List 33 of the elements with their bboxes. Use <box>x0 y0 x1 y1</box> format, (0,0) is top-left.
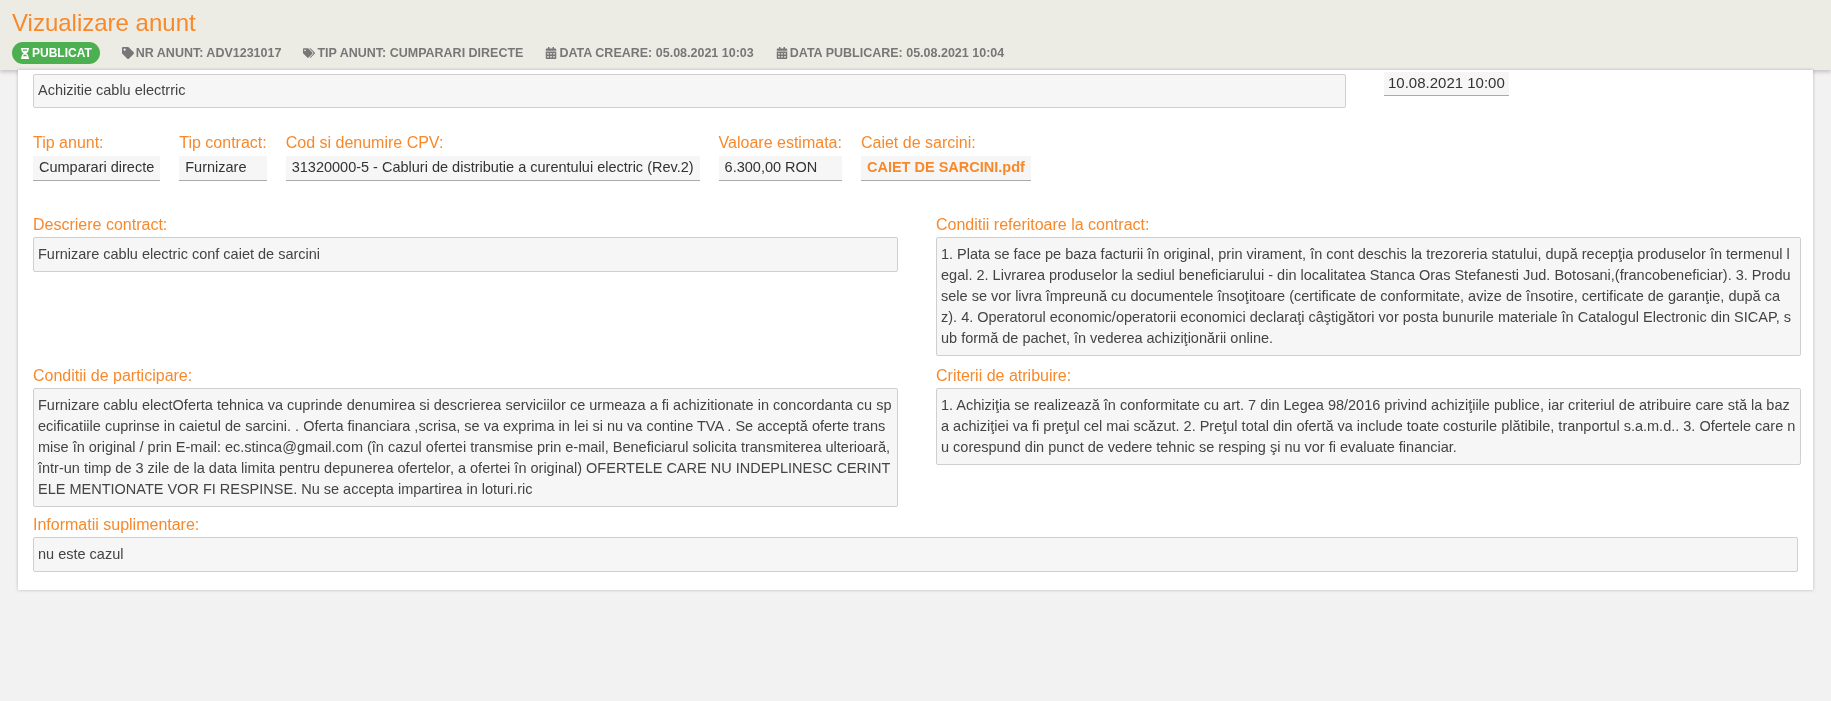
section-label: Criterii de atribuire: <box>936 365 1073 386</box>
text-area: 1. Achiziţia se realizează în conformitate cu art. 7 din Legea 98/2016 privind achiziţiile publice, iar criteriul de atribuire care stă la baza achiziţiei va fi preţul cel mai scăzut. 2. Preţul total din ofertă va include toate costurile plătibile, tranportul s.a.m.d.. 3. Ofertele care nu corespund din punct de vedere tehnic se resping şi nu vor fi evaluate financiar. <box>936 387 1801 465</box>
meta-text: TIP ANUNT: CUMPARARI DIRECTE <box>317 44 524 62</box>
section-label: Conditii de participare: <box>33 365 194 386</box>
status-badge: PUBLICAT <box>12 42 100 64</box>
field-label: Tip contract: <box>179 132 267 153</box>
tags-icon <box>303 47 316 59</box>
section-label: Conditii referitoare la contract: <box>936 214 1151 235</box>
field-label: Valoare estimata: <box>718 132 842 153</box>
section-label: Descriere contract: <box>33 214 169 235</box>
hourglass-icon <box>20 47 30 59</box>
section-label: Informatii suplimentare: <box>33 514 201 535</box>
calendar-icon <box>545 47 558 59</box>
meta-text: DATA PUBLICARE: 05.08.2021 10:04 <box>789 44 1005 62</box>
field-label: Cod si denumire CPV: <box>285 132 445 153</box>
field-value: 31320000-5 - Cabluri de distributie a curentului electric (Rev.2) <box>285 155 700 181</box>
text-area: Furnizare cablu electric conf caiet de sarcini <box>33 236 898 272</box>
field-value: 6.300,00 RON <box>718 155 842 181</box>
text-area: Furnizare cablu electOferta tehnica va cuprinde denumirea si descrierea serviciilor ce urmeaza a fi achizitionate in concordanta cu specificatiile cuprinse in caietul de sarcini. . Oferta financiara ,scrisa, se va exprima in lei si nu va contine TVA . Se acceptă oferte transmise în original / prin E-mail: ec.stinca@gmail.com (în cazul ofertei transmise prin e-mail, Beneficiarul solicita transmiterea ulterioară, într-un timp de 3 zile de la data limita pentru depunerea ofertelor, a ofertei în original) OFERTELE CARE NU INDEPLINESC CERINTELE MENTIONATE VOR FI RESPINSE. Nu se accepta impartirea in loturi.ric <box>33 387 898 507</box>
title-field: Achizitie cablu electrric <box>33 74 1346 108</box>
field-value: Cumparari directe <box>33 155 161 181</box>
field-value: Furnizare <box>179 155 267 181</box>
tag-icon <box>121 47 134 59</box>
field-label: Tip anunt: <box>33 132 105 153</box>
page-title: Vizualizare anunt <box>12 8 197 38</box>
calendar-icon <box>775 47 788 59</box>
meta-text: DATA CREARE: 05.08.2021 10:03 <box>559 44 754 62</box>
deadline-field: 10.08.2021 10:00 <box>1384 72 1509 96</box>
text-area: nu este cazul <box>33 536 1798 572</box>
document-link[interactable]: CAIET DE SARCINI.pdf <box>860 155 1031 181</box>
field-label: Caiet de sarcini: <box>860 132 977 153</box>
meta-text: NR ANUNT: ADV1231017 <box>135 44 282 62</box>
text-area: 1. Plata se face pe baza facturii în original, prin virament, în cont deschis la trezoreria statului, după recepţia produselor în termenul legal. 2. Livrarea produselor la sediul beneficiarului - din localitatea Stanca Oras Stefanesti Jud. Botosani,(francobeneficiar). 3. Produsele se vor livra împreună cu documentele însoţitoare (certificate de conformitate, avize de însotire, certificate de garanţie, după caz). 4. Operatorul economic/operatorii economici declaraţi câştigători vor posta bunurile materiale în Catalogul Electronic din SICAP, sub formă de pachet, în vederea achiziţionării online. <box>936 236 1801 356</box>
